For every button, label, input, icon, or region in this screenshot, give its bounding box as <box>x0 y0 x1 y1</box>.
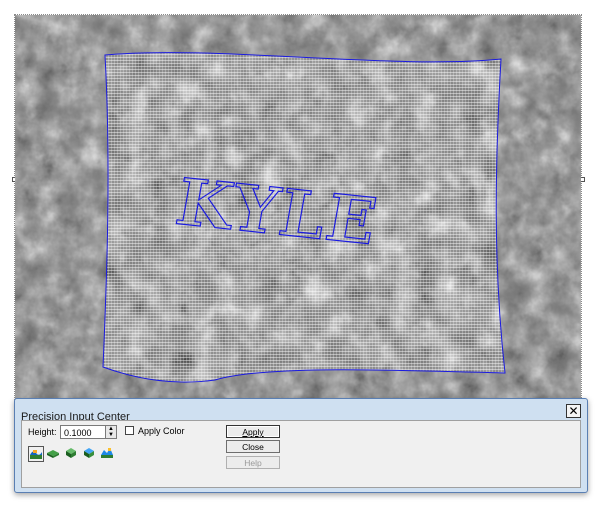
wave-tool-icon[interactable] <box>28 446 44 462</box>
height-input[interactable]: 0.1000 <box>60 425 106 439</box>
flat-slab-tool-icon[interactable] <box>46 446 60 460</box>
texture-image: KYLE <box>15 15 581 403</box>
box-raise-tool-icon[interactable] <box>64 446 78 460</box>
spinner-down-icon[interactable]: ▼ <box>106 432 116 438</box>
stack-tool-icon[interactable] <box>82 446 96 460</box>
height-label: Height: <box>28 427 57 437</box>
apply-color-label: Apply Color <box>138 426 185 436</box>
dialog-panel: Height: 0.1000 ▲ ▼ Apply Color Apply Clo… <box>21 420 581 488</box>
close-button[interactable]: Close <box>226 440 280 453</box>
help-button[interactable]: Help <box>226 456 280 469</box>
height-spinner[interactable]: ▲ ▼ <box>106 425 117 439</box>
close-icon[interactable]: ✕ <box>566 404 581 418</box>
relief-tool-icon[interactable] <box>100 446 114 460</box>
precision-input-dialog: Precision Input Center ✕ Height: 0.1000 … <box>14 398 588 493</box>
relief-canvas[interactable]: KYLE <box>15 15 581 403</box>
apply-color-checkbox[interactable] <box>125 426 134 435</box>
apply-button[interactable]: Apply <box>226 425 280 438</box>
